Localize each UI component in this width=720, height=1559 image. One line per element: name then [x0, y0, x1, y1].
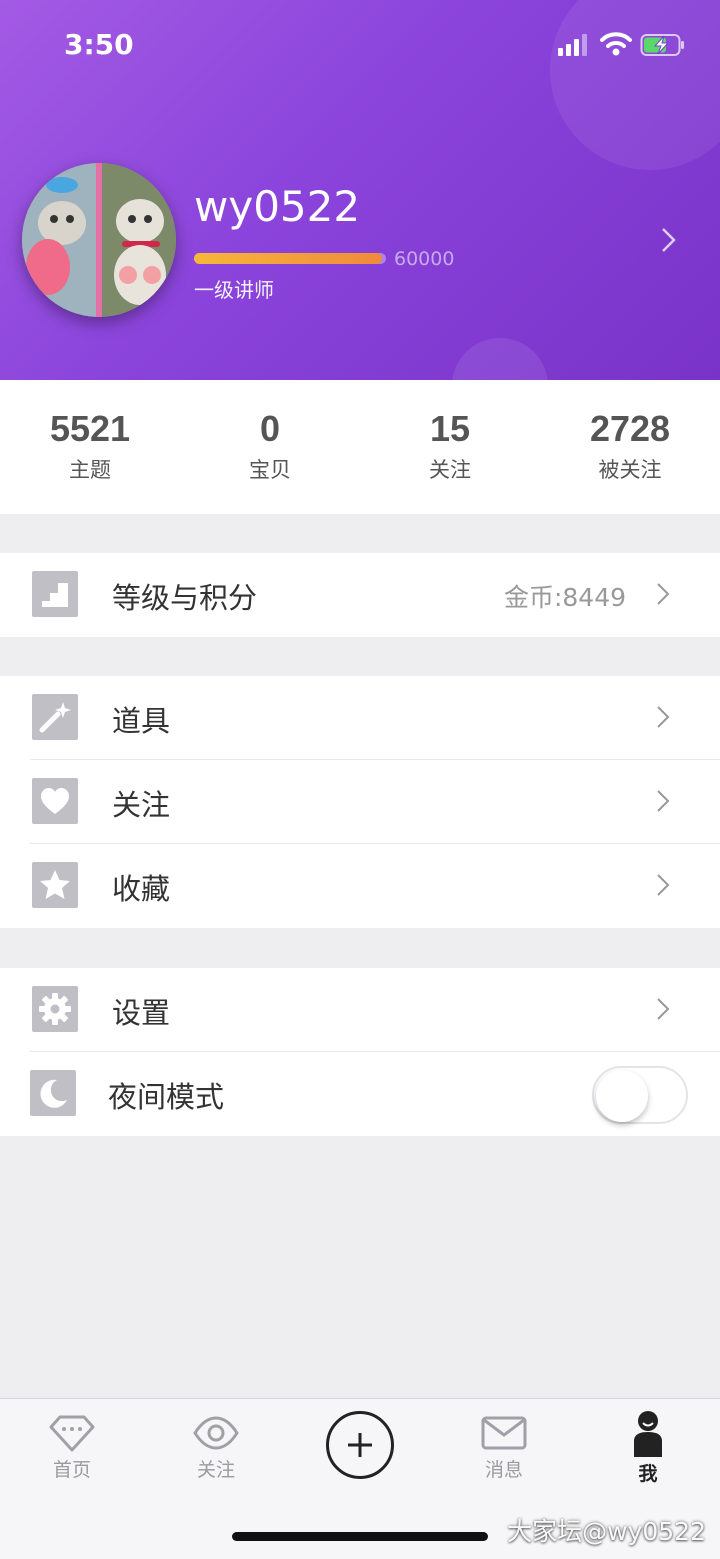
menu-item-follow[interactable]: 关注: [0, 760, 720, 844]
stat-following[interactable]: 15 关注: [360, 380, 540, 484]
stat-label: 关注: [429, 458, 471, 482]
chevron-right-icon[interactable]: [658, 226, 680, 254]
gear-icon: [32, 986, 78, 1032]
battery-charging-icon: [640, 34, 684, 56]
cell-signal-icon: [558, 34, 587, 56]
menu-section-main: 道具 关注 收藏: [0, 676, 720, 928]
chevron-right-icon: [657, 790, 670, 812]
eye-icon: [193, 1416, 239, 1450]
menu-item-label: 关注: [112, 788, 171, 822]
menu-section-settings: 设置 夜间模式: [0, 968, 720, 1136]
stat-value: 5521: [49, 408, 131, 449]
plus-icon: [348, 1433, 372, 1457]
username: wy0522: [194, 182, 361, 231]
menu-item-level-points[interactable]: 等级与积分 金币:8449: [0, 553, 720, 637]
tab-label: 首页: [52, 1459, 91, 1481]
chevron-right-icon: [657, 874, 670, 896]
menu-item-label: 收藏: [112, 872, 171, 906]
exp-max: 60000: [394, 248, 455, 270]
heart-icon: [32, 778, 78, 824]
post-plus-button[interactable]: [326, 1411, 394, 1479]
decor-bubble: [550, 0, 720, 170]
tab-follow[interactable]: 关注: [144, 1399, 288, 1482]
stat-topics[interactable]: 5521 主题: [0, 380, 180, 484]
stat-label: 宝贝: [249, 458, 291, 482]
chevron-right-icon: [657, 706, 670, 728]
exp-progress-bar: [194, 253, 386, 264]
profile-header[interactable]: 3:50 wy0522 60000 一级讲师: [0, 0, 720, 380]
watermark: 大家坛@wy0522: [507, 1517, 706, 1546]
moon-icon: [30, 1070, 76, 1116]
home-indicator: [232, 1532, 488, 1541]
tab-label: 我: [638, 1463, 658, 1485]
stat-value: 0: [259, 408, 281, 449]
stat-items[interactable]: 0 宝贝: [180, 380, 360, 484]
stairs-icon: [32, 571, 78, 617]
stat-label: 被关注: [598, 458, 662, 482]
avatar[interactable]: [22, 163, 176, 317]
coin-balance: 金币:8449: [503, 583, 626, 612]
magic-wand-icon: [32, 694, 78, 740]
status-time: 3:50: [64, 28, 134, 61]
menu-section-level: 等级与积分 金币:8449: [0, 553, 720, 637]
decor-bubble: [452, 338, 548, 380]
tab-home[interactable]: 首页: [0, 1399, 144, 1482]
diamond-icon: [49, 1415, 95, 1452]
stats-bar: 5521 主题 0 宝贝 15 关注 2728 被关注: [0, 380, 720, 514]
tab-label: 消息: [484, 1459, 523, 1481]
menu-item-settings[interactable]: 设置: [0, 968, 720, 1052]
chevron-right-icon: [657, 583, 670, 605]
tab-label: 关注: [196, 1459, 235, 1481]
menu-item-favorites[interactable]: 收藏: [0, 844, 720, 928]
envelope-icon: [481, 1416, 527, 1450]
tab-messages[interactable]: 消息: [432, 1399, 576, 1482]
menu-item-label: 道具: [112, 704, 171, 738]
menu-item-night-mode: 夜间模式: [0, 1052, 720, 1136]
toggle-knob: [596, 1070, 648, 1122]
tab-me[interactable]: 我: [576, 1399, 720, 1486]
stat-followers[interactable]: 2728 被关注: [540, 380, 720, 484]
chevron-right-icon: [657, 998, 670, 1020]
menu-item-props[interactable]: 道具: [0, 676, 720, 760]
menu-item-label: 等级与积分: [112, 581, 258, 615]
stat-value: 2728: [589, 408, 671, 449]
menu-item-label: 夜间模式: [108, 1080, 225, 1114]
level-title: 一级讲师: [194, 278, 274, 302]
menu-item-label: 设置: [112, 996, 171, 1030]
stat-value: 15: [429, 408, 471, 449]
person-icon: [634, 1411, 662, 1457]
wifi-icon: [600, 32, 632, 56]
stat-label: 主题: [69, 458, 111, 482]
star-icon: [32, 862, 78, 908]
exp-progress-fill: [194, 253, 383, 264]
night-mode-toggle[interactable]: [592, 1066, 688, 1124]
